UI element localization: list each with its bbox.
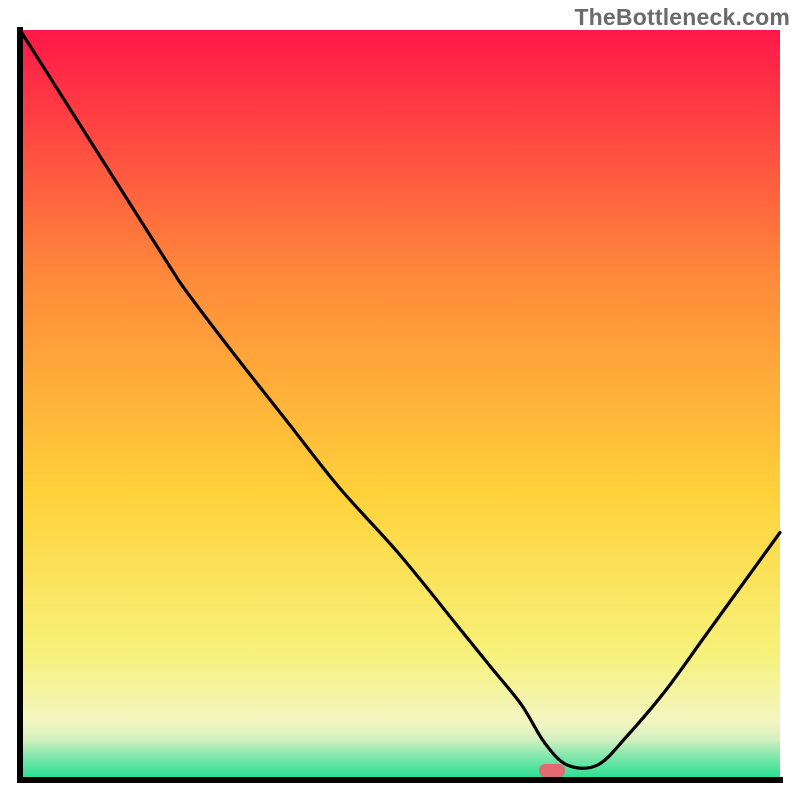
plot-background <box>20 30 780 780</box>
optimal-point-marker <box>539 764 565 777</box>
chart-container: TheBottleneck.com <box>0 0 800 800</box>
bottleneck-curve-chart <box>0 0 800 800</box>
watermark-text: TheBottleneck.com <box>574 4 790 31</box>
